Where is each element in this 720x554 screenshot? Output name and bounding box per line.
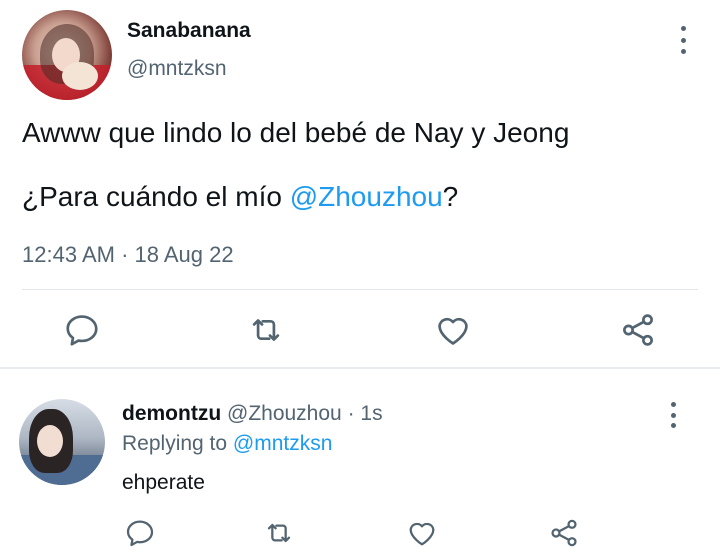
more-dot [670, 423, 676, 428]
reply-separator: · [347, 402, 355, 425]
replying-to-label: Replying to [122, 432, 233, 455]
reply-icon[interactable] [63, 311, 101, 349]
section-divider [0, 367, 720, 369]
retweet-icon[interactable] [247, 311, 285, 349]
avatar[interactable] [22, 10, 112, 100]
reply-text: ehperate [122, 471, 205, 494]
author-display-name[interactable]: Sanabanana [127, 19, 251, 43]
replying-to: Replying to @mntzksn [122, 432, 332, 456]
share-icon[interactable] [548, 517, 580, 549]
reply-header: demontzu @Zhouzhou · 1s [122, 402, 383, 426]
avatar-dog [62, 62, 98, 90]
tweet-detail-page: Sanabanana @mntzksn Awww que lindo lo de… [0, 0, 720, 554]
retweet-icon[interactable] [263, 517, 295, 549]
main-tweet: Sanabanana @mntzksn Awww que lindo lo de… [0, 0, 720, 367]
more-options-icon[interactable] [663, 402, 683, 428]
tweet-text-line-1: Awww que lindo lo del bebé de Nay y Jeon… [22, 117, 570, 148]
tweet-text-prefix: ¿Para cuándo el mío [22, 181, 290, 212]
more-dot [670, 412, 676, 418]
reply-handle[interactable]: @Zhouzhou [227, 402, 342, 425]
tweet-text-suffix: ? [442, 181, 459, 212]
like-icon[interactable] [406, 517, 438, 549]
reply-time[interactable]: 1s [360, 402, 382, 425]
avatar-face [37, 425, 63, 457]
divider [22, 289, 698, 290]
reply-avatar[interactable] [19, 399, 105, 485]
reply-icon[interactable] [124, 517, 156, 549]
tweet-timestamp[interactable]: 12:43 AM · 18 Aug 22 [22, 242, 234, 268]
tweet-text-line-2: ¿Para cuándo el mío @Zhouzhou? [22, 181, 458, 213]
reply-display-name[interactable]: demontzu [122, 402, 221, 425]
like-icon[interactable] [434, 311, 472, 349]
more-dot [680, 49, 686, 54]
more-dot [680, 37, 686, 43]
more-options-icon[interactable] [673, 26, 693, 54]
more-dot [680, 26, 686, 31]
mention-link[interactable]: @Zhouzhou [290, 181, 443, 212]
author-handle[interactable]: @mntzksn [127, 57, 227, 81]
share-icon[interactable] [619, 311, 657, 349]
more-dot [670, 402, 676, 407]
replying-to-handle[interactable]: @mntzksn [233, 432, 333, 455]
